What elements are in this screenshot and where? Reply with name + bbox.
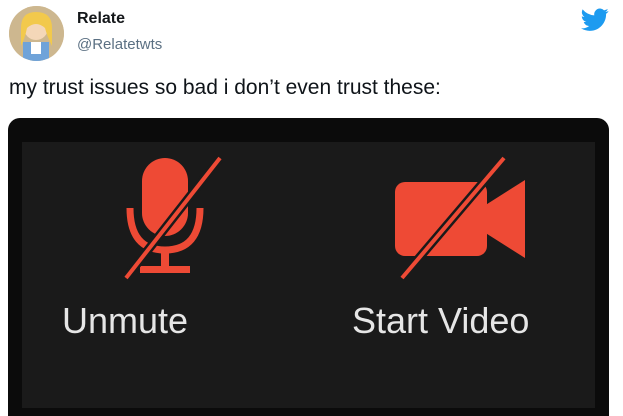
author-name[interactable]: Relate [77,10,125,28]
tweet-media[interactable]: Unmute Start Video [8,118,609,416]
tweet-card: Relate @Relatetwts my trust issues so ba… [0,0,623,416]
video-camera-off-icon [395,155,525,281]
start-video-button: Start Video [342,142,582,408]
unmute-label: Unmute [62,300,189,341]
avatar[interactable] [9,6,64,61]
microphone-muted-icon [122,155,224,281]
author-handle[interactable]: @Relatetwts [77,36,162,53]
tweet-text: my trust issues so bad i don’t even trus… [9,76,441,99]
meeting-controls-panel: Unmute Start Video [22,142,595,408]
twitter-bird-icon[interactable] [581,8,609,32]
unmute-button: Unmute [62,142,242,408]
start-video-label: Start Video [352,300,530,341]
